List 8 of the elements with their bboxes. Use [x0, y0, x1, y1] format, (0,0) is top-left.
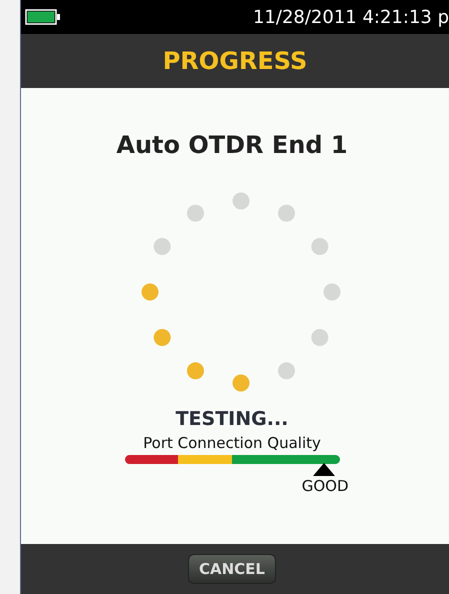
- quality-label: Port Connection Quality: [143, 434, 321, 452]
- test-name: Auto OTDR End 1: [116, 130, 348, 160]
- date-time: 11/28/2011 4:21:13 p: [252, 6, 449, 28]
- status-text: TESTING...: [176, 408, 288, 430]
- cancel-button[interactable]: CANCEL: [188, 554, 276, 584]
- screen-title: PROGRESS: [162, 47, 308, 75]
- battery-icon: [25, 9, 61, 25]
- quality-reading: GOOD: [302, 477, 348, 495]
